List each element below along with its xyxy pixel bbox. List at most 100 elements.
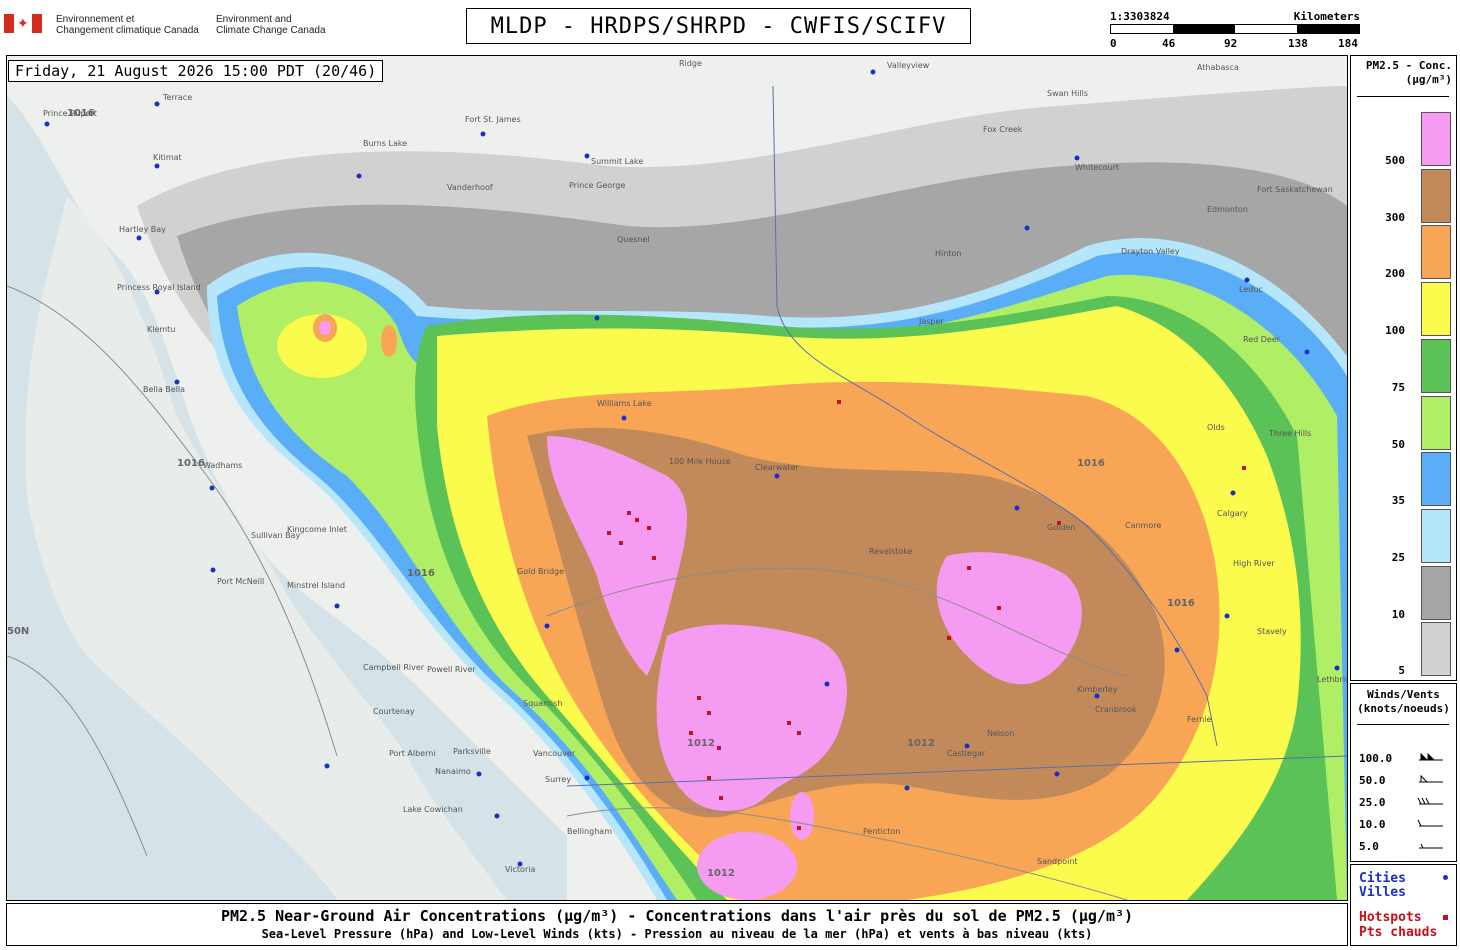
legend-swatch — [1421, 395, 1451, 450]
svg-text:Fox Creek: Fox Creek — [983, 125, 1023, 134]
svg-text:Whitecourt: Whitecourt — [1075, 163, 1119, 172]
page-title: MLDP - HRDPS/SHRPD - CWFIS/SCIFV — [466, 8, 971, 44]
legend-swatch — [1421, 225, 1451, 280]
canada-flag-icon — [4, 14, 42, 33]
isobar-label: 1016 — [1167, 598, 1195, 609]
svg-text:100 Mile House: 100 Mile House — [669, 457, 731, 466]
department-name-fr: Environnement et Changement climatique C… — [56, 14, 199, 36]
svg-text:Princess Royal Island: Princess Royal Island — [117, 283, 201, 292]
svg-text:Vancouver: Vancouver — [533, 749, 576, 758]
svg-text:Parksville: Parksville — [453, 747, 491, 756]
svg-text:Penticton: Penticton — [863, 827, 900, 836]
scale-units: Kilometers — [1293, 10, 1360, 23]
svg-text:Swan Hills: Swan Hills — [1047, 89, 1088, 98]
scale-bar: 1:3303824 Kilometers 0 46 92 138 184 — [1110, 10, 1360, 50]
legend-level-label: 200 — [1385, 267, 1405, 281]
hotspot-marker-icon — [1443, 915, 1448, 920]
isobar-label: 1016 — [1077, 458, 1105, 469]
scale-tick: 184 — [1338, 37, 1358, 50]
cities-label: Cities — [1359, 871, 1406, 886]
caption-subtitle: Sea-Level Pressure (hPa) and Low-Level W… — [261, 927, 1093, 941]
svg-text:Bella Bella: Bella Bella — [143, 385, 185, 394]
city-marker-icon — [1443, 875, 1448, 880]
map-canvas: 1016 1016 1016 1016 1016 1012 1012 1012 … — [7, 56, 1347, 900]
svg-text:Drayton Valley: Drayton Valley — [1121, 247, 1180, 256]
svg-text:Squamish: Squamish — [523, 699, 562, 708]
caption-title: PM2.5 Near-Ground Air Concentrations (µg… — [220, 907, 1134, 925]
legend-level-label: 50 — [1391, 437, 1405, 451]
smoke-forecast-map[interactable]: 1016 1016 1016 1016 1016 1012 1012 1012 … — [6, 55, 1348, 901]
legend-swatch — [1421, 508, 1451, 563]
grid-label: 50N — [7, 626, 29, 637]
svg-text:Clearwater: Clearwater — [755, 463, 799, 472]
svg-text:Prince George: Prince George — [569, 181, 625, 190]
scale-ratio: 1:3303824 — [1110, 10, 1170, 23]
svg-text:Olds: Olds — [1207, 423, 1225, 432]
svg-text:Cranbrook: Cranbrook — [1095, 705, 1137, 714]
svg-text:Vanderhoof: Vanderhoof — [447, 183, 493, 192]
svg-text:Fort Saskatchewan: Fort Saskatchewan — [1257, 185, 1333, 194]
svg-text:Hinton: Hinton — [935, 249, 961, 258]
legend-level-label: 35 — [1391, 494, 1405, 508]
wind-legend: Winds/Vents (knots/noeuds) 100.0 50.0 25… — [1350, 683, 1457, 862]
svg-text:Terrace: Terrace — [162, 93, 192, 102]
svg-text:Port McNeill: Port McNeill — [217, 577, 264, 586]
svg-text:Sandpoint: Sandpoint — [1037, 857, 1078, 866]
title-text: MLDP - HRDPS/SHRPD - CWFIS/SCIFV — [490, 13, 947, 39]
legend-swatch — [1421, 338, 1451, 393]
svg-text:Lake Cowichan: Lake Cowichan — [403, 805, 463, 814]
scale-tick: 138 — [1288, 37, 1308, 50]
legend-level-label: 10 — [1391, 607, 1405, 621]
svg-text:Jasper: Jasper — [918, 317, 944, 326]
wind-speed-label: 25.0 — [1359, 796, 1386, 809]
legend-title: PM2.5 - Conc. (µg/m³) — [1365, 59, 1452, 86]
forecast-timestamp: Friday, 21 August 2026 15:00 PDT (20/46) — [8, 60, 384, 82]
svg-text:Prince Rupert: Prince Rupert — [43, 109, 97, 118]
legend-level-label: 75 — [1391, 380, 1405, 394]
svg-text:Klemtu: Klemtu — [147, 325, 175, 334]
svg-text:Hartley Bay: Hartley Bay — [119, 225, 166, 234]
svg-text:Leduc: Leduc — [1239, 285, 1263, 294]
department-name-en: Environment and Climate Change Canada — [216, 14, 326, 36]
villes-label: Villes — [1359, 885, 1406, 900]
wind-speed-label: 10.0 — [1359, 818, 1386, 831]
scale-tick: 92 — [1224, 37, 1238, 50]
isobar-label: 1012 — [687, 738, 715, 749]
isobar-label: 1016 — [177, 458, 205, 469]
legend-level-label: 100 — [1385, 324, 1405, 338]
pm25-legend: PM2.5 - Conc. (µg/m³) 500 300 200 100 75 50 35… — [1350, 55, 1457, 681]
legend-level-label: 5 — [1398, 664, 1405, 678]
svg-text:Surrey: Surrey — [545, 775, 571, 784]
legend-swatch — [1421, 622, 1451, 677]
svg-text:Valleyview: Valleyview — [887, 61, 930, 70]
svg-text:Nanaimo: Nanaimo — [435, 767, 471, 776]
legend-swatch — [1421, 168, 1451, 223]
isobar-label: 1012 — [907, 738, 935, 749]
wind-legend-title: Winds/Vents (knots/noeuds) — [1357, 688, 1450, 715]
svg-text:Ridge: Ridge — [679, 59, 702, 68]
hotspots-label: Hotspots — [1359, 910, 1422, 925]
svg-text:Canmore: Canmore — [1125, 521, 1161, 530]
svg-text:Summit Lake: Summit Lake — [591, 157, 643, 166]
svg-text:Courtenay: Courtenay — [373, 707, 415, 716]
svg-text:Minstrel Island: Minstrel Island — [287, 581, 345, 590]
isobar-label: 1012 — [707, 868, 735, 879]
wind-barb-icons — [1417, 752, 1443, 849]
svg-text:Burns Lake: Burns Lake — [363, 139, 407, 148]
svg-text:High River: High River — [1233, 559, 1275, 568]
wind-speed-label: 50.0 — [1359, 774, 1386, 787]
wind-speed-label: 100.0 — [1359, 752, 1393, 765]
scale-tick: 0 — [1110, 37, 1117, 50]
divider — [1357, 96, 1449, 97]
divider — [1357, 724, 1449, 725]
svg-text:Stavely: Stavely — [1257, 627, 1287, 636]
legend-level-label: 500 — [1385, 154, 1405, 167]
svg-text:Red Deer: Red Deer — [1243, 335, 1281, 344]
svg-text:Gold Bridge: Gold Bridge — [517, 567, 564, 576]
legend-swatch — [1421, 282, 1451, 337]
svg-text:Port Alberni: Port Alberni — [389, 749, 436, 758]
svg-text:Kingcome Inlet: Kingcome Inlet — [287, 525, 347, 534]
legend-swatch — [1421, 112, 1451, 166]
svg-text:Williams Lake: Williams Lake — [597, 399, 652, 408]
svg-text:Nelson: Nelson — [987, 729, 1014, 738]
